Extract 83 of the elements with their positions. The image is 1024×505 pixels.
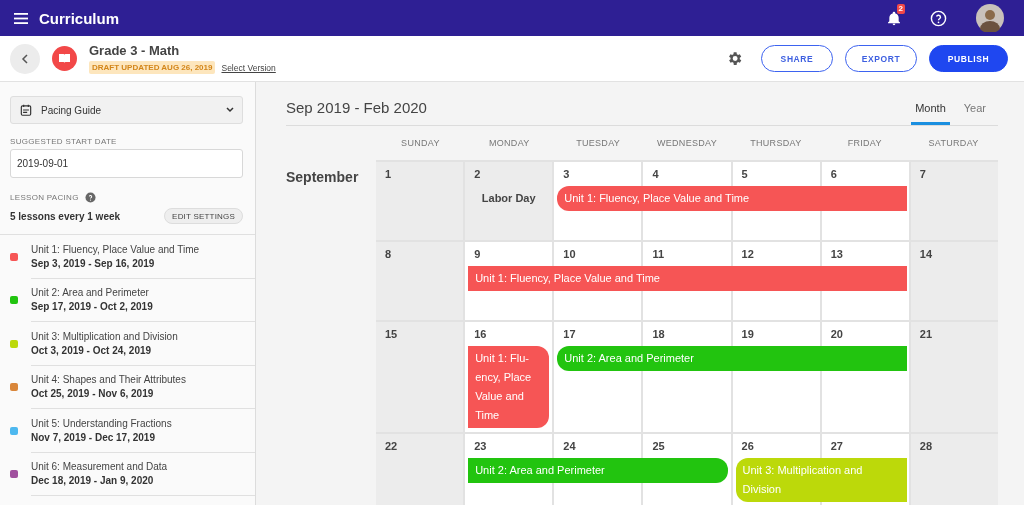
day-number: 27 [830, 440, 844, 452]
weekday-heading: MONDAY [487, 138, 531, 148]
draft-status: DRAFT UPDATED AUG 26, 2019 [89, 61, 216, 74]
unit-item[interactable]: Unit 2: Area and Perimeter Sep 17, 2019 - Oct 2, 2019 [0, 278, 255, 322]
bell-icon[interactable] [886, 9, 902, 27]
field-label: SUGGESTED START DATE [10, 137, 118, 146]
edit-settings-button[interactable]: EDIT SETTINGS [164, 208, 243, 224]
day-number: 1 [385, 168, 393, 180]
day-number: 4 [652, 168, 660, 180]
unit-name: Unit 3: Multiplication and Division [31, 330, 179, 342]
day-number: 19 [741, 328, 755, 340]
day-number: 11 [652, 248, 666, 260]
day-number: 17 [563, 328, 577, 340]
notification-badge: 2 [896, 4, 905, 14]
day-number: 8 [385, 248, 393, 260]
day-number: 12 [741, 248, 755, 260]
day-number: 18 [652, 328, 666, 340]
day-number: 28 [919, 440, 934, 452]
day-number: 20 [830, 328, 844, 340]
day-number: 2 [474, 168, 482, 180]
day-number: 6 [830, 168, 838, 180]
weekday-heading: TUESDAY [575, 138, 622, 148]
unit-item[interactable]: Unit 4: Shapes and Their Attributes Oct 25, 2019 - Nov 6, 2019 [0, 365, 255, 409]
select-version-link[interactable]: Select Version [221, 62, 276, 73]
chevron-left-icon [21, 53, 29, 64]
unit-item[interactable]: Unit 3: Multiplication and Division Oct 3, 2019 - Oct 24, 2019 [0, 322, 255, 366]
view-tab[interactable]: Month [911, 90, 950, 125]
start-date-field[interactable]: 2019-09-01 [10, 149, 243, 178]
weekday-heading: SUNDAY [400, 138, 441, 148]
day-number: 15 [385, 328, 399, 340]
unit-name: Unit 2: Area and Perimeter [31, 287, 150, 299]
view-tab[interactable]: Year [959, 90, 990, 125]
date-range: Sep 2019 - Feb 2020 [286, 99, 427, 116]
day-number: 14 [919, 248, 934, 260]
unit-name: Unit 6: Measurement and Data [31, 461, 169, 473]
day-number: 10 [563, 248, 577, 260]
day-number: 22 [385, 440, 399, 452]
help-icon [84, 192, 96, 203]
unit-dates: Oct 25, 2019 - Nov 6, 2019 [31, 388, 155, 400]
calendar-icon [19, 103, 33, 117]
unit-dates: Nov 7, 2019 - Dec 17, 2019 [31, 431, 156, 443]
day-number: 24 [563, 440, 577, 452]
weekday-heading: FRIDAY [846, 138, 883, 148]
day-number: 9 [474, 248, 482, 260]
unit-dates: Oct 3, 2019 - Oct 24, 2019 [31, 344, 153, 356]
day-number: 16 [474, 328, 488, 340]
pacing-summary: 5 lessons every 1 week [10, 210, 121, 222]
course-title: Grade 3 - Math [89, 43, 181, 58]
menu-icon[interactable] [14, 12, 28, 24]
settings-icon[interactable] [726, 50, 743, 67]
pacing-label: LESSON PACING [10, 193, 79, 202]
weekday-heading: THURSDAY [749, 138, 803, 148]
day-number: 3 [563, 168, 571, 180]
day-number: 23 [474, 440, 488, 452]
unit-name: Unit 1: Fluency, Place Value and Time [31, 243, 201, 255]
weekday-heading: WEDNESDAY [655, 138, 718, 148]
action-button[interactable]: SHARE [761, 45, 833, 72]
unit-name: Unit 4: Shapes and Their Attributes [31, 374, 187, 386]
unit-name: Unit 5: Understanding Fractions [31, 417, 173, 429]
day-number: 21 [919, 328, 934, 340]
avatar[interactable] [976, 4, 1004, 32]
book-icon [52, 46, 77, 71]
unit-item[interactable]: Unit 1: Fluency, Place Value and Time Sep 3, 2019 - Sep 16, 2019 [0, 235, 255, 279]
publish-button[interactable]: PUBLISH [929, 45, 1008, 72]
day-number: 5 [741, 168, 749, 180]
unit-dates: Sep 3, 2019 - Sep 16, 2019 [31, 257, 156, 269]
day-number: 25 [652, 440, 666, 452]
holiday-label: Labor Day [480, 192, 537, 204]
unit-dates: Sep 17, 2019 - Oct 2, 2019 [31, 301, 154, 313]
chevron-down-icon [226, 107, 234, 113]
unit-item[interactable]: Unit 5: Understanding Fractions Nov 7, 2019 - Dec 17, 2019 [0, 409, 255, 453]
app-title: Curriculum [39, 9, 120, 27]
view-select[interactable]: Pacing Guide [10, 96, 243, 124]
day-number: 26 [741, 440, 755, 452]
unit-item[interactable]: Unit 6: Measurement and Data Dec 18, 2019 - Jan 9, 2020 [0, 452, 255, 496]
back-button[interactable] [10, 43, 40, 74]
day-number: 7 [919, 168, 927, 180]
unit-dates: Dec 18, 2019 - Jan 9, 2020 [31, 475, 155, 487]
weekday-heading: SATURDAY [927, 138, 980, 148]
help-icon[interactable] [930, 9, 947, 27]
action-button[interactable]: EXPORT [845, 45, 917, 72]
day-number: 13 [830, 248, 844, 260]
month-label: September [286, 169, 359, 185]
